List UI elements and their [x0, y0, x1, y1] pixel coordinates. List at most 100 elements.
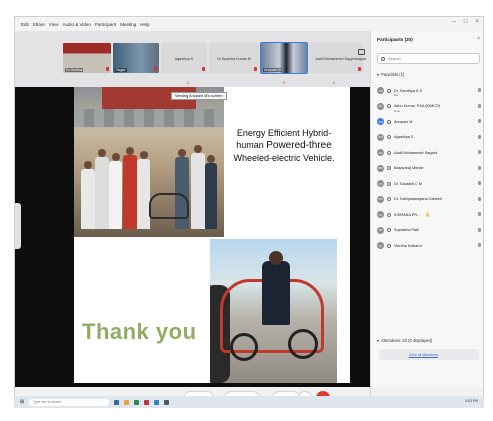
person-head: [178, 149, 186, 157]
menu-help[interactable]: Help: [140, 22, 149, 27]
participant-row[interactable]: VK Vinutha Kulkarni: [377, 238, 483, 254]
close-panel-icon[interactable]: ×: [477, 36, 480, 42]
mic-icon: [478, 88, 481, 92]
side-panel-handle[interactable]: [15, 203, 21, 249]
participant-name: Dr. Sadaiah C M: [394, 181, 422, 186]
taskbar-app-icon[interactable]: [134, 399, 140, 405]
mic-icon: [478, 243, 481, 247]
photo-ceiling: [74, 109, 224, 127]
person-icon: [387, 243, 391, 248]
panelists-label: Panelists (1): [381, 72, 405, 77]
person-icon: [387, 166, 391, 171]
participant-name: Dr. Sathyanarayana Ganesh: [394, 197, 442, 202]
thumbnail-name: Anupam M: [263, 68, 283, 72]
app-window: Edit Share View Audio & Video Participan…: [14, 16, 484, 408]
view-all-attendees-link[interactable]: View all attendees: [379, 349, 479, 360]
mic-icon: [478, 103, 481, 108]
participant-name: Agasthya S: [394, 135, 414, 140]
search-input[interactable]: [388, 56, 468, 61]
vehicle-photo: [210, 239, 337, 383]
mic-icon: [478, 196, 481, 201]
person-head: [112, 153, 120, 161]
mic-icon: [478, 134, 481, 139]
thumbnail-name: Dr.Geetha: [65, 68, 84, 72]
menu-edit[interactable]: Edit: [21, 22, 29, 27]
menu-view[interactable]: View: [49, 22, 59, 27]
taskbar-search[interactable]: Type here to search: [29, 398, 110, 406]
thumbnail-name: Agasthya S: [174, 57, 194, 61]
mic-icon: [478, 165, 481, 170]
person-shape: [191, 153, 205, 229]
avatar: AK: [377, 102, 384, 110]
rider-head: [269, 251, 283, 265]
thumbnail-name: Dr.Sparsha Kumar M: [217, 57, 251, 61]
avatar: DS: [377, 180, 384, 188]
video-strip: Dr.Geetha Sagar Agasthya S Dr.Sparsha Ku…: [15, 31, 370, 87]
avatar: BM: [377, 164, 384, 172]
person-icon: [387, 228, 391, 233]
slide-title-line2-emphasis: Powered-three: [266, 140, 332, 151]
maximize-icon[interactable]: □: [464, 19, 468, 25]
video-thumbnail[interactable]: Dr.Geetha: [63, 43, 111, 73]
participant-row[interactable]: AM Anupam M: [377, 114, 483, 130]
participant-row[interactable]: AK Ashu Kumar, P&A (KIMCO) Host: [377, 99, 483, 115]
video-thumbnail[interactable]: Agasthya S: [161, 43, 207, 73]
avatar: AS: [377, 133, 384, 141]
participant-row[interactable]: KP KIDRANA PR... ✋: [377, 207, 483, 223]
menu-participant[interactable]: Participant: [95, 22, 116, 27]
wheel-shape: [230, 333, 258, 361]
taskbar-clock[interactable]: 3:53 PM: [465, 399, 478, 403]
mic-muted-icon: [106, 67, 109, 71]
video-thumbnail[interactable]: Sagar: [113, 43, 159, 73]
thank-you-text: Thank you: [82, 319, 197, 344]
participant-row[interactable]: DS Dr. Sandhya K S Me: [377, 83, 483, 99]
person-icon: [387, 104, 391, 109]
group-photo: [74, 87, 224, 237]
participant-name: Vinutha Kulkarni: [394, 243, 422, 248]
person-shape: [123, 155, 137, 229]
participant-name: Suprabha Patil: [394, 228, 419, 233]
participant-search[interactable]: [377, 53, 480, 64]
minimize-icon[interactable]: –: [453, 19, 456, 25]
thumbnail-indicator: 0: [283, 81, 285, 85]
participant-row[interactable]: DS Dr. Sathyanarayana Ganesh: [377, 192, 483, 208]
panelists-section[interactable]: ▾ Panelists (1): [377, 72, 404, 77]
mic-icon: [478, 119, 481, 123]
thumbnail-name: Sagar: [115, 68, 127, 72]
rider-shape: [262, 261, 290, 325]
menu-meeting[interactable]: Meeting: [120, 22, 136, 27]
close-icon[interactable]: ×: [475, 19, 479, 25]
video-thumbnail[interactable]: Dr.Sparsha Kumar M: [209, 43, 259, 73]
taskbar-app-icon[interactable]: [164, 399, 170, 405]
mic-muted-icon: [254, 67, 257, 71]
layout-button[interactable]: Layout: [354, 49, 368, 69]
avatar: AM: [377, 118, 384, 126]
participant-name: Anupam M: [394, 119, 413, 124]
windows-start-icon[interactable]: ⊞: [20, 399, 24, 405]
menu-share[interactable]: Share: [33, 22, 45, 27]
avatar: DS: [377, 87, 384, 95]
video-thumbnail-active[interactable]: Anupam M: [260, 42, 308, 74]
attendees-section[interactable]: ▾ Attendees: 23 (0 displayed): [377, 338, 432, 343]
taskbar-app-icon[interactable]: [124, 399, 130, 405]
participant-row[interactable]: DS Dr. Sadaiah C M: [377, 176, 483, 192]
participant-row[interactable]: BM Basavaraj Mohan: [377, 161, 483, 177]
participant-name: Ashu Kumar, P&A (KIMCO): [394, 104, 441, 109]
mic-icon: [478, 212, 481, 216]
avatar: VK: [377, 242, 384, 250]
participant-row[interactable]: AS Agasthya S: [377, 130, 483, 146]
person-shape: [137, 159, 150, 229]
taskbar-app-icon[interactable]: [154, 399, 160, 405]
participant-row[interactable]: SP Suprabha Patil: [377, 223, 483, 239]
thumbnail-name: Aadil Mohammed Sayyed: [315, 57, 357, 61]
menu-audio-video[interactable]: Audio & Video: [62, 22, 90, 27]
person-head: [194, 145, 202, 153]
taskbar-app-icon[interactable]: [144, 399, 150, 405]
participant-row[interactable]: AM Aadil Mohammed Sayyed: [377, 145, 483, 161]
slide-title-line1: Energy Efficient Hybrid-: [236, 128, 332, 138]
person-shape: [95, 157, 109, 229]
taskbar-app-icon[interactable]: [114, 399, 120, 405]
slide-title: Energy Efficient Hybrid- human Powered-t…: [224, 127, 344, 164]
participant-name: Dr. Sandhya K S: [394, 88, 423, 93]
avatar: KP: [377, 211, 384, 219]
